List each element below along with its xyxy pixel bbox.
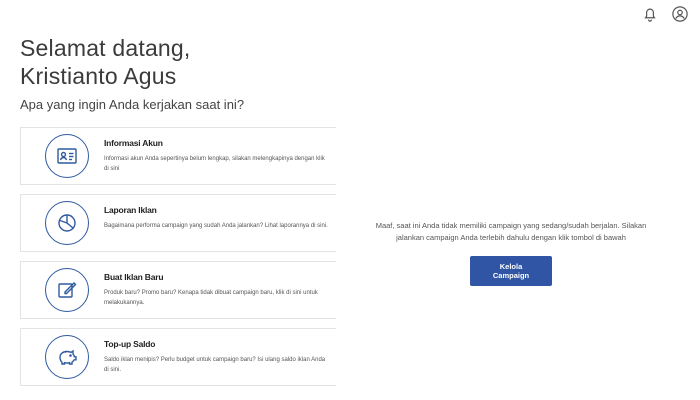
card-title: Top-up Saldo (104, 339, 156, 349)
action-card-list: Informasi Akun Informasi akun Anda seper… (20, 127, 336, 386)
card-description: Saldo iklan menipis? Perlu budget untuk … (104, 357, 326, 373)
card-title: Informasi Akun (104, 138, 163, 148)
welcome-heading: Selamat datang, Kristianto Agus (20, 34, 191, 90)
card-description: Informasi akun Anda sepertinya belum len… (104, 156, 325, 172)
welcome-greeting: Selamat datang, (20, 35, 191, 61)
card-informasi-akun[interactable]: Informasi Akun Informasi akun Anda seper… (20, 127, 336, 185)
card-description: Bagaimana performa campaign yang sudah A… (104, 223, 328, 229)
id-card-icon (45, 134, 89, 178)
card-title: Laporan Iklan (104, 205, 157, 215)
card-description: Produk baru? Promo baru? Kenapa tidak di… (104, 290, 318, 306)
welcome-username: Kristianto Agus (20, 63, 177, 89)
empty-state-message: Maaf, saat ini Anda tidak memiliki campa… (375, 221, 647, 242)
empty-campaign-state: Maaf, saat ini Anda tidak memiliki campa… (366, 220, 656, 286)
bell-icon[interactable] (640, 4, 660, 24)
page-subtitle: Apa yang ingin Anda kerjakan saat ini? (20, 97, 245, 112)
card-laporan-iklan[interactable]: Laporan Iklan Bagaimana performa campaig… (20, 194, 336, 252)
top-bar (640, 4, 690, 24)
card-title: Buat Iklan Baru (104, 272, 164, 282)
card-top-up-saldo[interactable]: Top-up Saldo Saldo iklan menipis? Perlu … (20, 328, 336, 386)
card-buat-iklan-baru[interactable]: Buat Iklan Baru Produk baru? Promo baru?… (20, 261, 336, 319)
edit-icon (45, 268, 89, 312)
user-circle-icon[interactable] (670, 4, 690, 24)
piggy-bank-icon (45, 335, 89, 379)
kelola-campaign-button[interactable]: Kelola Campaign (470, 256, 552, 286)
pie-chart-icon (45, 201, 89, 245)
